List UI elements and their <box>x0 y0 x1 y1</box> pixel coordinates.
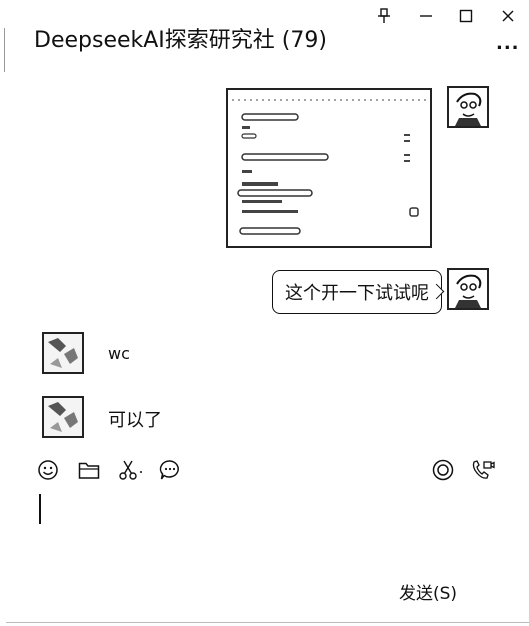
close-button[interactable] <box>494 4 522 28</box>
video-call-icon <box>472 460 495 479</box>
window-bottom-divider <box>6 622 529 623</box>
minimize-icon <box>420 15 432 17</box>
text-caret <box>39 494 41 524</box>
maximize-icon <box>459 9 473 23</box>
self-avatar[interactable] <box>447 268 489 310</box>
chat-history-button[interactable] <box>157 457 183 483</box>
message-input[interactable] <box>20 488 510 564</box>
file-button[interactable] <box>76 457 102 483</box>
voice-record-button[interactable] <box>430 457 456 483</box>
message-bubble-self[interactable]: 这个开一下试试呢 <box>272 270 442 314</box>
maximize-button[interactable] <box>452 4 480 28</box>
more-options-button[interactable]: ... <box>496 33 520 54</box>
pin-icon <box>378 8 390 23</box>
screenshot-thumbnail <box>228 90 430 246</box>
avatar-photo-icon <box>44 398 82 436</box>
screenshot-button[interactable] <box>116 457 146 483</box>
emoji-icon <box>38 460 58 480</box>
avatar-photo-icon <box>44 334 82 372</box>
message-text: wc <box>108 344 130 363</box>
record-icon <box>432 459 454 481</box>
chat-title: DeepseekAI探索研究社 (79) <box>34 28 327 53</box>
contact-avatar[interactable] <box>42 332 84 374</box>
contact-avatar[interactable] <box>42 396 84 438</box>
chat-bubble-icon <box>159 460 179 480</box>
minimize-button[interactable] <box>412 4 440 28</box>
message-image[interactable] <box>226 88 432 248</box>
close-icon <box>502 10 514 22</box>
window-edge <box>4 28 5 72</box>
send-button[interactable]: 发送(S) <box>388 576 468 606</box>
scissors-icon <box>119 460 142 480</box>
video-call-button[interactable] <box>470 457 496 483</box>
self-avatar[interactable] <box>447 86 489 128</box>
message-text: 这个开一下试试呢 <box>285 283 429 304</box>
emoji-button[interactable] <box>35 457 61 483</box>
avatar-art-icon <box>455 274 482 308</box>
pin-button[interactable] <box>370 4 398 28</box>
message-text: 可以了 <box>108 410 162 431</box>
folder-icon <box>78 462 100 479</box>
avatar-art-icon <box>455 92 482 126</box>
